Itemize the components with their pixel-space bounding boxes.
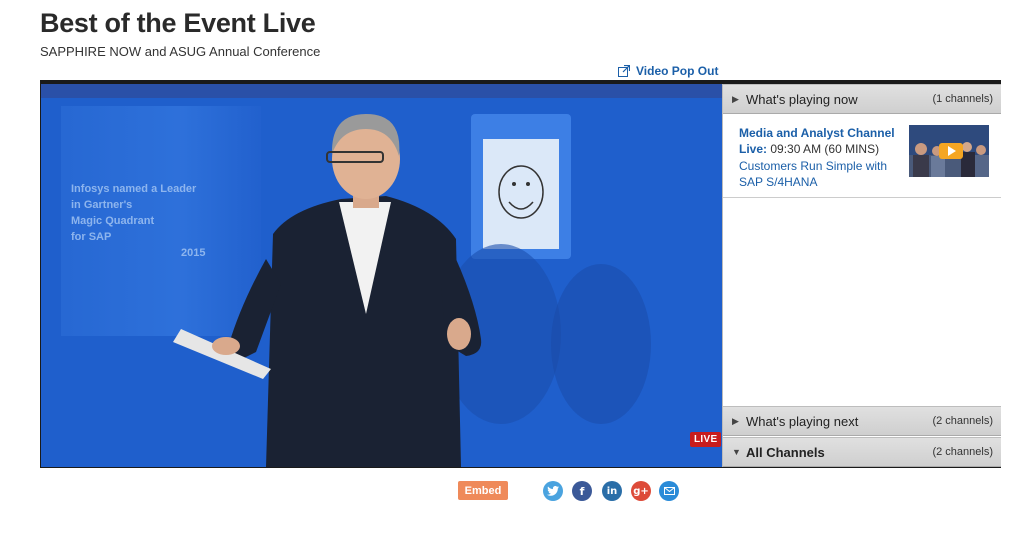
popout-label: Video Pop Out	[636, 64, 719, 78]
twitter-icon[interactable]	[543, 481, 563, 501]
live-prefix: Live:	[739, 142, 768, 156]
video-player[interactable]: Infosys named a Leader in Gartner's Magi…	[41, 84, 722, 467]
section-count: (2 channels)	[932, 415, 993, 427]
triangle-right-icon: ▶	[732, 415, 739, 426]
live-badge: LIVE	[690, 432, 722, 447]
facebook-icon[interactable]: f	[572, 481, 592, 501]
all-channels-header[interactable]: ▼ All Channels (2 channels)	[723, 437, 1001, 467]
google-plus-icon[interactable]: g+	[631, 481, 651, 501]
channel-name[interactable]: Media and Analyst Channel	[739, 126, 895, 140]
triangle-down-icon: ▼	[732, 447, 741, 457]
video-popout-link[interactable]: Video Pop Out	[618, 64, 718, 78]
whats-playing-now-header[interactable]: ▶ What's playing now (1 channels)	[723, 84, 1001, 114]
popout-icon	[618, 65, 630, 77]
section-count: (1 channels)	[932, 93, 993, 105]
embed-button[interactable]: Embed	[458, 481, 508, 500]
time-text: 09:30 AM (60 MINS)	[770, 142, 880, 156]
section-count: (2 channels)	[932, 446, 993, 458]
session-topic[interactable]: Customers Run Simple with SAP S/4HANA	[739, 158, 909, 190]
screen-text-3: Magic Quadrant	[71, 215, 154, 227]
section-label: All Channels	[746, 444, 825, 460]
video-frame-image: Infosys named a Leader in Gartner's Magi…	[41, 84, 722, 467]
section-label: What's playing now	[746, 91, 858, 107]
live-time: Live: 09:30 AM (60 MINS)	[739, 142, 879, 156]
screen-text-5: 2015	[181, 247, 205, 259]
screen-text-2: in Gartner's	[71, 199, 132, 211]
now-playing-item[interactable]: Media and Analyst Channel Live: 09:30 AM…	[723, 114, 1001, 198]
triangle-right-icon: ▶	[732, 93, 739, 104]
screen-text-1: Infosys named a Leader	[71, 183, 197, 195]
whats-playing-next-header[interactable]: ▶ What's playing next (2 channels)	[723, 406, 1001, 436]
screen-text-4: for SAP	[71, 231, 111, 243]
channel-thumbnail[interactable]	[909, 125, 989, 177]
section-label: What's playing next	[746, 413, 859, 429]
page-title: Best of the Event Live	[40, 8, 316, 38]
page-subtitle: SAPPHIRE NOW and ASUG Annual Conference	[40, 44, 321, 59]
channel-sidebar: ▶ What's playing now (1 channels) Media …	[722, 84, 1001, 467]
linkedin-icon[interactable]: in	[602, 481, 622, 501]
email-icon[interactable]	[659, 481, 679, 501]
thumbnail-image	[909, 125, 989, 177]
